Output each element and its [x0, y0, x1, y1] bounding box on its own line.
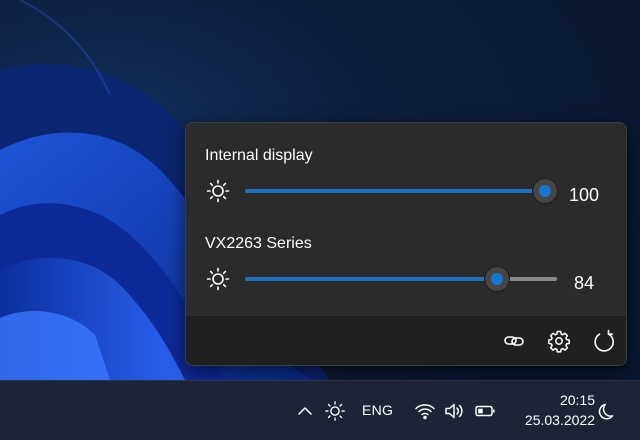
brightness-value: 84	[573, 273, 595, 293]
brightness-value: 100	[568, 185, 600, 205]
brightness-flyout: Internal display 100 VX2263 Series 84	[185, 122, 627, 366]
monitor-internal: Internal display 100	[186, 123, 626, 213]
brightness-slider[interactable]	[245, 179, 557, 203]
chevron-up-icon[interactable]	[294, 400, 316, 422]
wifi-icon[interactable]	[414, 400, 436, 422]
refresh-icon[interactable]	[592, 329, 616, 353]
brightness-slider[interactable]	[245, 267, 557, 291]
slider-fill	[245, 189, 545, 193]
brightness-icon	[206, 179, 230, 203]
link-icon[interactable]	[502, 329, 526, 353]
monitor-name: Internal display	[205, 147, 313, 164]
battery-icon[interactable]	[474, 400, 496, 422]
flyout-footer	[186, 315, 626, 365]
gear-icon[interactable]	[547, 329, 571, 353]
slider-thumb[interactable]	[484, 267, 509, 291]
monitor-vx2263: VX2263 Series 84	[186, 211, 626, 301]
slider-fill	[245, 277, 497, 281]
clock[interactable]: 20:15 25.03.2022	[505, 390, 595, 430]
brightness-icon[interactable]	[324, 400, 346, 422]
monitor-name: VX2263 Series	[205, 235, 312, 252]
clock-date: 25.03.2022	[524, 412, 595, 428]
language-indicator[interactable]: ENG	[362, 402, 393, 418]
clock-time: 20:15	[559, 392, 595, 408]
moon-icon[interactable]	[597, 400, 619, 422]
slider-thumb[interactable]	[532, 179, 557, 203]
brightness-icon	[206, 267, 230, 291]
taskbar: ENG 20:15 25.03.2022	[0, 380, 640, 440]
speaker-icon[interactable]	[443, 400, 465, 422]
